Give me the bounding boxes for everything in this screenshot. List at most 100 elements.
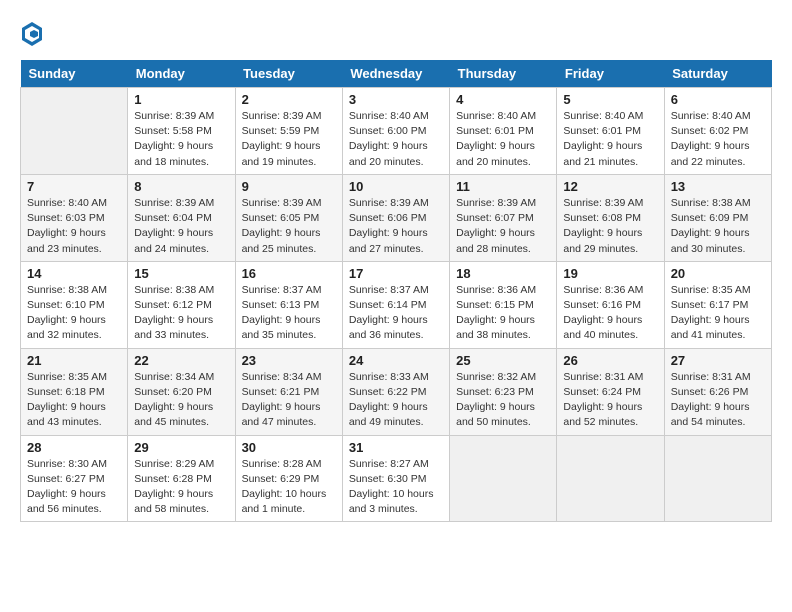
day-number: 12 [563, 179, 657, 194]
day-number: 14 [27, 266, 121, 281]
calendar-cell: 18 Sunrise: 8:36 AM Sunset: 6:15 PM Dayli… [450, 261, 557, 348]
calendar-day-header: Friday [557, 60, 664, 88]
day-info: Sunrise: 8:35 AM Sunset: 6:18 PM Dayligh… [27, 370, 121, 431]
day-info: Sunrise: 8:36 AM Sunset: 6:16 PM Dayligh… [563, 283, 657, 344]
day-number: 11 [456, 179, 550, 194]
day-info: Sunrise: 8:39 AM Sunset: 6:04 PM Dayligh… [134, 196, 228, 257]
calendar-week-row: 21 Sunrise: 8:35 AM Sunset: 6:18 PM Dayli… [21, 348, 772, 435]
day-info: Sunrise: 8:40 AM Sunset: 6:01 PM Dayligh… [563, 109, 657, 170]
day-number: 15 [134, 266, 228, 281]
calendar-cell: 17 Sunrise: 8:37 AM Sunset: 6:14 PM Dayli… [342, 261, 449, 348]
calendar-cell: 10 Sunrise: 8:39 AM Sunset: 6:06 PM Dayli… [342, 174, 449, 261]
calendar-cell: 16Sunrise: 8:37 AM Sunset: 6:13 PM Dayli… [235, 261, 342, 348]
calendar-cell: 31 Sunrise: 8:27 AM Sunset: 6:30 PM Dayli… [342, 435, 449, 522]
day-info: Sunrise: 8:32 AM Sunset: 6:23 PM Dayligh… [456, 370, 550, 431]
calendar-cell: 12 Sunrise: 8:39 AM Sunset: 6:08 PM Dayli… [557, 174, 664, 261]
calendar-day-header: Tuesday [235, 60, 342, 88]
calendar-cell: 7 Sunrise: 8:40 AM Sunset: 6:03 PM Daylig… [21, 174, 128, 261]
day-info: Sunrise: 8:31 AM Sunset: 6:26 PM Dayligh… [671, 370, 765, 431]
day-info: Sunrise: 8:35 AM Sunset: 6:17 PM Dayligh… [671, 283, 765, 344]
day-number: 27 [671, 353, 765, 368]
day-info: Sunrise: 8:31 AM Sunset: 6:24 PM Dayligh… [563, 370, 657, 431]
day-number: 21 [27, 353, 121, 368]
day-number: 19 [563, 266, 657, 281]
day-info: Sunrise: 8:39 AM Sunset: 6:06 PM Dayligh… [349, 196, 443, 257]
calendar-cell: 25 Sunrise: 8:32 AM Sunset: 6:23 PM Dayli… [450, 348, 557, 435]
day-number: 2 [242, 92, 336, 107]
day-info: Sunrise: 8:27 AM Sunset: 6:30 PM Dayligh… [349, 457, 443, 518]
day-info: Sunrise: 8:40 AM Sunset: 6:02 PM Dayligh… [671, 109, 765, 170]
calendar-week-row: 14 Sunrise: 8:38 AM Sunset: 6:10 PM Dayli… [21, 261, 772, 348]
day-number: 29 [134, 440, 228, 455]
logo [20, 20, 48, 50]
day-info: Sunrise: 8:39 AM Sunset: 6:05 PM Dayligh… [242, 196, 336, 257]
day-info: Sunrise: 8:29 AM Sunset: 6:28 PM Dayligh… [134, 457, 228, 518]
calendar-cell: 9 Sunrise: 8:39 AM Sunset: 6:05 PM Daylig… [235, 174, 342, 261]
calendar-cell [557, 435, 664, 522]
day-info: Sunrise: 8:33 AM Sunset: 6:22 PM Dayligh… [349, 370, 443, 431]
day-info: Sunrise: 8:39 AM Sunset: 6:08 PM Dayligh… [563, 196, 657, 257]
day-info: Sunrise: 8:34 AM Sunset: 6:20 PM Dayligh… [134, 370, 228, 431]
day-number: 26 [563, 353, 657, 368]
calendar-cell [21, 88, 128, 175]
calendar-cell: 26 Sunrise: 8:31 AM Sunset: 6:24 PM Dayli… [557, 348, 664, 435]
calendar-cell: 11 Sunrise: 8:39 AM Sunset: 6:07 PM Dayli… [450, 174, 557, 261]
day-info: Sunrise: 8:39 AM Sunset: 6:07 PM Dayligh… [456, 196, 550, 257]
day-number: 30 [242, 440, 336, 455]
day-number: 5 [563, 92, 657, 107]
calendar-cell: 2 Sunrise: 8:39 AM Sunset: 5:59 PM Daylig… [235, 88, 342, 175]
day-info: Sunrise: 8:38 AM Sunset: 6:09 PM Dayligh… [671, 196, 765, 257]
calendar-cell: 13 Sunrise: 8:38 AM Sunset: 6:09 PM Dayli… [664, 174, 771, 261]
calendar-cell: 28 Sunrise: 8:30 AM Sunset: 6:27 PM Dayli… [21, 435, 128, 522]
calendar-cell: 27 Sunrise: 8:31 AM Sunset: 6:26 PM Dayli… [664, 348, 771, 435]
calendar-cell: 19 Sunrise: 8:36 AM Sunset: 6:16 PM Dayli… [557, 261, 664, 348]
calendar-cell: 22 Sunrise: 8:34 AM Sunset: 6:20 PM Dayli… [128, 348, 235, 435]
day-number: 6 [671, 92, 765, 107]
day-number: 18 [456, 266, 550, 281]
day-number: 7 [27, 179, 121, 194]
day-info: Sunrise: 8:40 AM Sunset: 6:01 PM Dayligh… [456, 109, 550, 170]
day-info: Sunrise: 8:39 AM Sunset: 5:59 PM Dayligh… [242, 109, 336, 170]
day-number: 8 [134, 179, 228, 194]
calendar-cell: 24Sunrise: 8:33 AM Sunset: 6:22 PM Dayli… [342, 348, 449, 435]
calendar-cell: 14 Sunrise: 8:38 AM Sunset: 6:10 PM Dayli… [21, 261, 128, 348]
day-number: 9 [242, 179, 336, 194]
logo-icon [20, 20, 44, 48]
page-header [20, 20, 772, 50]
calendar-cell: 5 Sunrise: 8:40 AM Sunset: 6:01 PM Daylig… [557, 88, 664, 175]
calendar-cell [664, 435, 771, 522]
day-number: 28 [27, 440, 121, 455]
day-info: Sunrise: 8:30 AM Sunset: 6:27 PM Dayligh… [27, 457, 121, 518]
calendar-day-header: Thursday [450, 60, 557, 88]
calendar-cell: 23Sunrise: 8:34 AM Sunset: 6:21 PM Dayli… [235, 348, 342, 435]
day-number: 31 [349, 440, 443, 455]
calendar-cell: 29 Sunrise: 8:29 AM Sunset: 6:28 PM Dayli… [128, 435, 235, 522]
day-number: 3 [349, 92, 443, 107]
day-number: 20 [671, 266, 765, 281]
calendar-cell: 4Sunrise: 8:40 AM Sunset: 6:01 PM Daylig… [450, 88, 557, 175]
calendar-cell: 3 Sunrise: 8:40 AM Sunset: 6:00 PM Daylig… [342, 88, 449, 175]
day-info: Sunrise: 8:38 AM Sunset: 6:12 PM Dayligh… [134, 283, 228, 344]
day-number: 16 [242, 266, 336, 281]
day-info: Sunrise: 8:40 AM Sunset: 6:00 PM Dayligh… [349, 109, 443, 170]
day-number: 13 [671, 179, 765, 194]
day-number: 25 [456, 353, 550, 368]
calendar-day-header: Monday [128, 60, 235, 88]
day-info: Sunrise: 8:28 AM Sunset: 6:29 PM Dayligh… [242, 457, 336, 518]
day-number: 17 [349, 266, 443, 281]
calendar-day-header: Saturday [664, 60, 771, 88]
day-number: 22 [134, 353, 228, 368]
day-info: Sunrise: 8:36 AM Sunset: 6:15 PM Dayligh… [456, 283, 550, 344]
day-info: Sunrise: 8:38 AM Sunset: 6:10 PM Dayligh… [27, 283, 121, 344]
day-info: Sunrise: 8:40 AM Sunset: 6:03 PM Dayligh… [27, 196, 121, 257]
day-number: 1 [134, 92, 228, 107]
day-info: Sunrise: 8:37 AM Sunset: 6:14 PM Dayligh… [349, 283, 443, 344]
calendar-cell [450, 435, 557, 522]
day-info: Sunrise: 8:39 AM Sunset: 5:58 PM Dayligh… [134, 109, 228, 170]
calendar-cell: 15 Sunrise: 8:38 AM Sunset: 6:12 PM Dayli… [128, 261, 235, 348]
calendar-cell: 6 Sunrise: 8:40 AM Sunset: 6:02 PM Daylig… [664, 88, 771, 175]
day-number: 23 [242, 353, 336, 368]
calendar-table: SundayMondayTuesdayWednesdayThursdayFrid… [20, 60, 772, 522]
day-number: 10 [349, 179, 443, 194]
calendar-week-row: 28 Sunrise: 8:30 AM Sunset: 6:27 PM Dayli… [21, 435, 772, 522]
